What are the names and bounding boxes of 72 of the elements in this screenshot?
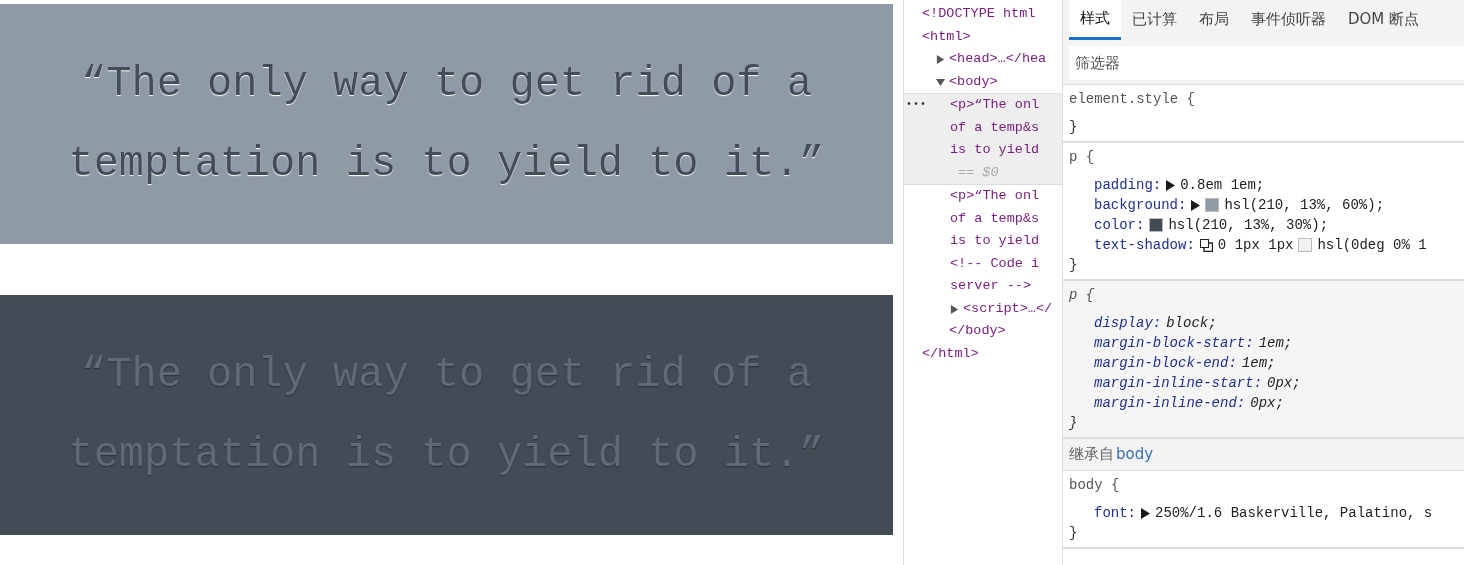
panel-tab[interactable]: DOM 断点 <box>1337 0 1431 40</box>
inherited-from-link[interactable]: body <box>1116 445 1154 464</box>
css-value[interactable]: 0.8em 1em; <box>1180 175 1265 195</box>
css-value[interactable]: hsl(210, 13%, 30%); <box>1168 215 1329 235</box>
css-value[interactable]: block; <box>1166 313 1217 333</box>
color-swatch[interactable] <box>1205 198 1220 212</box>
css-value[interactable]: hsl(0deg 0% 1 <box>1317 235 1427 255</box>
css-selector: element.style { <box>1069 90 1197 109</box>
css-property[interactable]: display: <box>1094 313 1162 333</box>
color-swatch[interactable] <box>1298 238 1313 252</box>
html-source-line[interactable]: <html> <box>922 25 971 48</box>
css-closing-brace: } <box>1069 256 1079 275</box>
panel-tab[interactable]: 样式 <box>1069 0 1121 40</box>
closing-tag: </body> <box>949 323 1006 338</box>
collapsed-triangle-icon[interactable] <box>936 55 945 64</box>
html-source-line[interactable]: <p>“The onl <box>950 94 1040 117</box>
dom-tree-node[interactable]: <head>…</hea <box>904 48 1062 71</box>
css-value[interactable]: hsl(210, 13%, 60%); <box>1224 195 1385 215</box>
panel-tab[interactable]: 事件侦听器 <box>1240 0 1337 40</box>
html-source-line[interactable]: <!DOCTYPE html <box>922 3 1036 26</box>
css-property[interactable]: margin-block-end: <box>1094 353 1237 373</box>
css-property[interactable]: font: <box>1094 503 1136 523</box>
css-property[interactable]: color: <box>1094 215 1145 235</box>
css-closing-brace: } <box>1069 118 1079 137</box>
html-source-line[interactable]: <p>“The onl <box>950 185 1040 208</box>
dom-tree-node[interactable]: <body> <box>904 70 1062 93</box>
inherited-label: 继承自 <box>1069 445 1114 464</box>
shadow-editor-icon[interactable] <box>1199 238 1213 252</box>
css-value[interactable]: 250%/1.6 Baskerville, Palatino, s <box>1155 503 1433 523</box>
more-options-icon[interactable]: ••• <box>906 94 927 117</box>
html-source-line[interactable]: of a temp&s <box>950 207 1040 230</box>
html-source-line[interactable]: <body> <box>949 70 998 93</box>
closing-tag: </html> <box>922 345 979 361</box>
css-value[interactable]: 0 1px 1px <box>1217 235 1294 255</box>
css-value[interactable]: 0px; <box>1267 373 1301 393</box>
html-source-line[interactable]: is to yield <box>950 139 1040 162</box>
dom-tree-node[interactable]: <p>“The onl of a temp&s is to yield <!-- Code i server --> <box>904 185 1062 298</box>
css-closing-brace: } <box>1069 524 1079 543</box>
selected-node-marker: == $0 <box>957 163 1000 182</box>
html-source-line[interactable]: of a temp&s <box>950 116 1040 139</box>
filter-field[interactable]: 筛选器 <box>1069 46 1464 80</box>
expand-triangle-icon[interactable] <box>1191 199 1201 211</box>
collapsed-triangle-icon[interactable] <box>950 304 959 314</box>
css-property[interactable]: text-shadow: <box>1094 235 1195 255</box>
css-selector: p { <box>1069 286 1096 305</box>
css-selector: p { <box>1069 148 1096 167</box>
css-value[interactable]: 1em; <box>1258 333 1293 353</box>
expand-triangle-icon[interactable] <box>1166 179 1176 191</box>
html-source-line[interactable]: <!-- Code i <box>950 252 1040 275</box>
color-swatch[interactable] <box>1149 218 1164 232</box>
dom-tree-node[interactable]: <html> <box>904 25 1062 48</box>
panel-tab[interactable]: 已计算 <box>1121 0 1188 40</box>
dom-tree-node[interactable]: ••• <p>“The onl of a temp&s is to yield == $0 <box>904 93 1062 185</box>
html-source-line[interactable]: server --> <box>950 275 1040 298</box>
expanded-triangle-icon[interactable] <box>936 77 945 87</box>
html-source-line[interactable]: <head>…</hea <box>949 48 1047 71</box>
html-source-line[interactable]: <script>…</ <box>963 297 1053 320</box>
dom-tree-node[interactable]: <script>…</ <box>904 297 1062 320</box>
css-value[interactable]: 0px; <box>1250 393 1284 413</box>
quote-text: “The only way to get rid of a temptation is to yield to it.” <box>67 59 826 190</box>
css-property[interactable]: padding: <box>1094 175 1162 195</box>
css-property[interactable]: margin-block-start: <box>1094 333 1254 353</box>
css-selector: body { <box>1069 476 1121 495</box>
css-property[interactable]: background: <box>1094 195 1187 215</box>
css-property[interactable]: margin-inline-end: <box>1094 393 1246 413</box>
dom-tree-node[interactable]: <!DOCTYPE html <box>904 3 1062 26</box>
css-property[interactable]: margin-inline-start: <box>1094 373 1263 393</box>
expand-triangle-icon[interactable] <box>1141 507 1150 519</box>
css-closing-brace: } <box>1069 414 1079 433</box>
css-value[interactable]: 1em; <box>1241 353 1276 373</box>
panel-tab[interactable]: 布局 <box>1188 0 1240 40</box>
html-source-line[interactable]: is to yield <box>950 230 1040 253</box>
